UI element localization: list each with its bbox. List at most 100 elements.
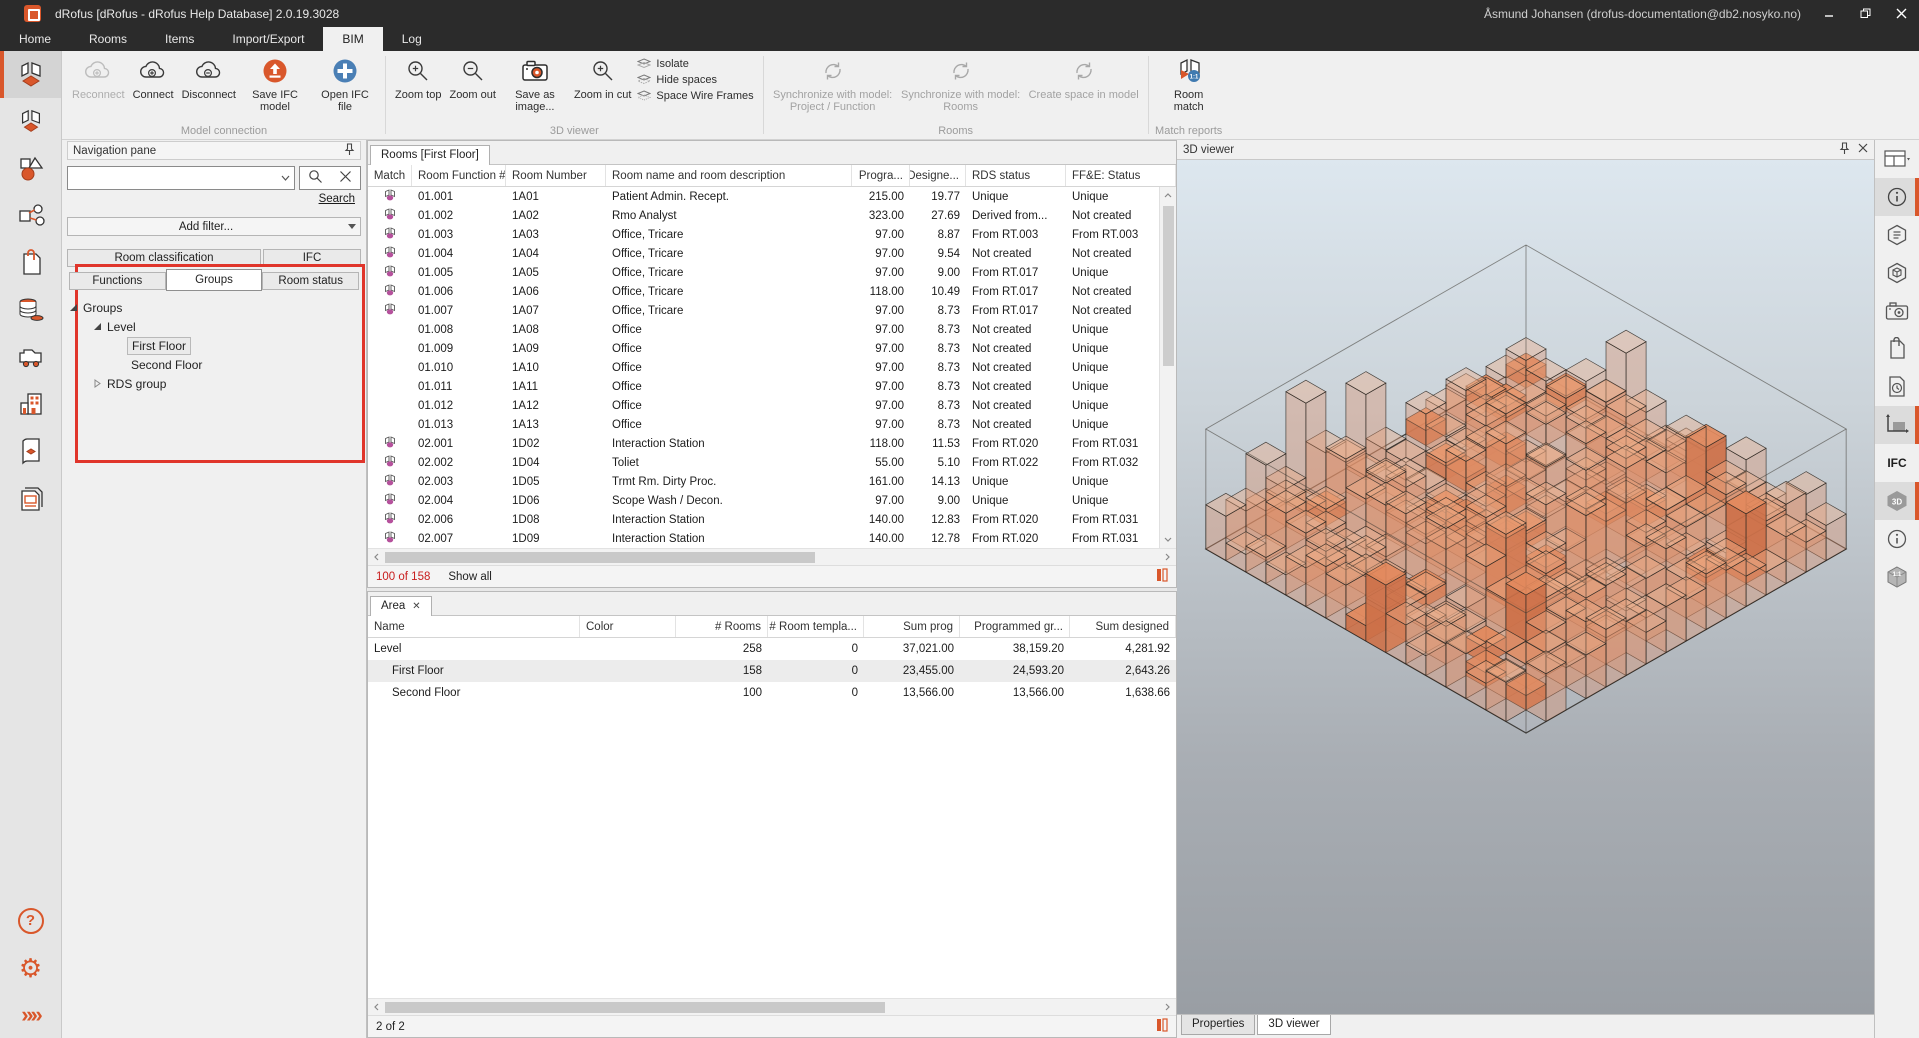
- menu-tab[interactable]: Home: [0, 27, 70, 51]
- close-pane-icon[interactable]: [1858, 143, 1868, 156]
- close-tab-icon[interactable]: ✕: [412, 601, 420, 612]
- column-header-rds-status[interactable]: RDS status: [966, 165, 1066, 186]
- column-header-name[interactable]: Name: [368, 616, 580, 637]
- search-input[interactable]: [68, 171, 276, 185]
- attachments-panel-button[interactable]: [1875, 330, 1919, 368]
- column-header-programmed-gross[interactable]: Programmed gr...: [960, 616, 1070, 637]
- menu-tab[interactable]: BIM: [323, 27, 382, 51]
- column-header-sum-designed[interactable]: Sum designed: [1070, 616, 1176, 637]
- tab-room-status[interactable]: Room status: [262, 272, 359, 290]
- hide-spaces-toggle[interactable]: Hide spaces: [637, 74, 753, 86]
- room-row[interactable]: 02.003 1D05 Trmt Rm. Dirty Proc. 161.00 …: [368, 472, 1159, 491]
- column-header-designed[interactable]: Designe...: [910, 165, 966, 186]
- room-row[interactable]: 01.005 1A05 Office, Tricare 97.00 9.00 F…: [368, 263, 1159, 282]
- open-ifc-file-button[interactable]: Open IFC file: [310, 52, 380, 113]
- tab-room-classification[interactable]: Room classification: [67, 249, 261, 267]
- layout-selector-button[interactable]: [1875, 140, 1919, 178]
- menu-tab[interactable]: Log: [383, 27, 441, 51]
- scroll-right-icon[interactable]: [1159, 1003, 1176, 1011]
- restore-button[interactable]: [1847, 0, 1883, 27]
- sidebar-item-room-list[interactable]: [0, 98, 61, 145]
- zoom-top-button[interactable]: Zoom top: [391, 52, 445, 101]
- sidebar-item-finance[interactable]: [0, 286, 61, 333]
- search-link[interactable]: Search: [319, 193, 355, 205]
- tree-collapsed-icon[interactable]: [91, 379, 103, 388]
- tab-functions[interactable]: Functions: [69, 272, 166, 290]
- room-row[interactable]: 01.010 1A10 Office 97.00 8.73 Not create…: [368, 358, 1159, 377]
- tab-ifc[interactable]: IFC: [263, 249, 361, 267]
- pin-icon[interactable]: [1839, 142, 1850, 158]
- column-header-rooms[interactable]: # Rooms: [676, 616, 768, 637]
- sidebar-item-items[interactable]: [0, 145, 61, 192]
- sync-project-function-button[interactable]: Synchronize with model: Project / Functi…: [769, 52, 897, 113]
- isolate-toggle[interactable]: Isolate: [637, 58, 753, 70]
- room-row[interactable]: 01.002 1A02 Rmo Analyst 323.00 27.69 Der…: [368, 206, 1159, 225]
- room-data-panel-button[interactable]: [1875, 216, 1919, 254]
- sidebar-item-systems[interactable]: [0, 192, 61, 239]
- clear-search-icon[interactable]: [339, 170, 352, 186]
- column-header-match[interactable]: Match: [368, 165, 412, 186]
- tree-item-level[interactable]: Level: [67, 317, 361, 336]
- column-header-sum-prog[interactable]: Sum prog: [864, 616, 960, 637]
- scroll-down-icon[interactable]: [1164, 531, 1172, 548]
- room-row[interactable]: 01.012 1A12 Office 97.00 8.73 Not create…: [368, 396, 1159, 415]
- room-match-button[interactable]: 1:1 Room match: [1154, 52, 1224, 113]
- zoom-in-cut-button[interactable]: Zoom in cut: [570, 52, 635, 101]
- area-row[interactable]: Second Floor 100 0 13,566.00 13,566.00 1…: [368, 682, 1176, 704]
- room-info-panel-button[interactable]: [1875, 178, 1919, 216]
- menu-tab[interactable]: Items: [146, 27, 213, 51]
- room-row[interactable]: 01.011 1A11 Office 97.00 8.73 Not create…: [368, 377, 1159, 396]
- search-icon[interactable]: [308, 169, 323, 187]
- column-header-ffe-status[interactable]: FF&E: Status: [1066, 165, 1176, 186]
- tree-item-rds-group[interactable]: RDS group: [67, 374, 361, 393]
- column-header-programmed[interactable]: Progra...: [852, 165, 910, 186]
- room-row[interactable]: 01.013 1A13 Office 97.00 8.73 Not create…: [368, 415, 1159, 434]
- scrollbar-thumb[interactable]: [385, 1002, 885, 1013]
- reconnect-button[interactable]: Reconnect: [68, 52, 129, 101]
- column-header-room-name[interactable]: Room name and room description: [606, 165, 852, 186]
- scroll-up-icon[interactable]: [1164, 187, 1172, 204]
- settings-button[interactable]: ⚙: [0, 944, 61, 991]
- scroll-left-icon[interactable]: [368, 1003, 385, 1011]
- room-row[interactable]: 01.008 1A08 Office 97.00 8.73 Not create…: [368, 320, 1159, 339]
- room-match-panel-button[interactable]: 1:1: [1875, 558, 1919, 596]
- space-wire-frames-toggle[interactable]: Space Wire Frames: [637, 90, 753, 102]
- room-row[interactable]: 02.001 1D02 Interaction Station 118.00 1…: [368, 434, 1159, 453]
- tree-item-first-floor[interactable]: First Floor: [67, 336, 361, 355]
- ifc-panel-label[interactable]: IFC: [1875, 444, 1919, 482]
- room-row[interactable]: 01.003 1A03 Office, Tricare 97.00 8.87 F…: [368, 225, 1159, 244]
- sidebar-item-documents[interactable]: [0, 239, 61, 286]
- column-header-room-number[interactable]: Room Number: [506, 165, 606, 186]
- tree-item-groups[interactable]: Groups: [67, 298, 361, 317]
- scrollbar-thumb[interactable]: [385, 552, 815, 563]
- tab-area[interactable]: Area ✕: [370, 596, 432, 616]
- tree-item-second-floor[interactable]: Second Floor: [67, 355, 361, 374]
- help-button[interactable]: ?: [0, 897, 61, 944]
- scroll-right-icon[interactable]: [1159, 553, 1176, 561]
- save-as-image-button[interactable]: Save as image...: [500, 52, 570, 113]
- tab-3d-viewer[interactable]: 3D viewer: [1257, 1015, 1330, 1035]
- menu-tab[interactable]: Rooms: [70, 27, 146, 51]
- disconnect-button[interactable]: Disconnect: [178, 52, 240, 101]
- minimize-button[interactable]: [1811, 0, 1847, 27]
- room-row[interactable]: 02.004 1D06 Scope Wash / Decon. 97.00 9.…: [368, 491, 1159, 510]
- images-panel-button[interactable]: [1875, 292, 1919, 330]
- area-row[interactable]: First Floor 158 0 23,455.00 24,593.20 2,…: [368, 660, 1176, 682]
- room-row[interactable]: 01.001 1A01 Patient Admin. Recept. 215.0…: [368, 187, 1159, 206]
- expand-sidebar-button[interactable]: »»: [0, 991, 61, 1038]
- chevron-down-icon[interactable]: [276, 175, 294, 181]
- column-header-color[interactable]: Color: [580, 616, 676, 637]
- show-all-link[interactable]: Show all: [448, 571, 491, 583]
- model-panel-button[interactable]: [1875, 254, 1919, 292]
- tab-properties[interactable]: Properties: [1181, 1015, 1255, 1035]
- tree-expanded-icon[interactable]: [67, 303, 79, 312]
- save-ifc-model-button[interactable]: Save IFC model: [240, 52, 310, 113]
- room-row[interactable]: 01.009 1A09 Office 97.00 8.73 Not create…: [368, 339, 1159, 358]
- room-row[interactable]: 01.007 1A07 Office, Tricare 97.00 8.73 F…: [368, 301, 1159, 320]
- search-combo[interactable]: [67, 166, 295, 190]
- scrollbar-thumb[interactable]: [1163, 206, 1174, 366]
- export-icon[interactable]: [1156, 1018, 1168, 1035]
- sidebar-item-reports[interactable]: [0, 474, 61, 521]
- room-row[interactable]: 01.006 1A06 Office, Tricare 118.00 10.49…: [368, 282, 1159, 301]
- viewer-info-panel-button[interactable]: [1875, 520, 1919, 558]
